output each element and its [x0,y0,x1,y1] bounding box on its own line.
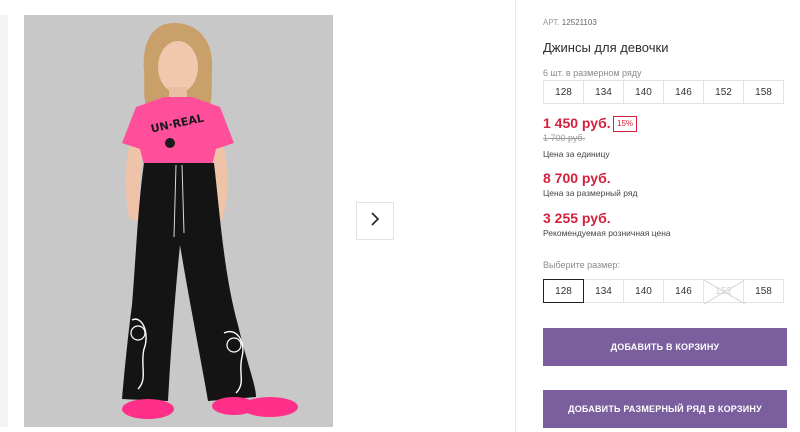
size-option-146[interactable]: 146 [663,279,704,303]
product-gallery: UN·REAL [0,0,515,432]
article-label: АРТ. [543,18,560,27]
size-option-140[interactable]: 140 [623,279,664,303]
size-selector: 128 134 140 146 152 158 [543,279,784,304]
size-option-152: 152 [703,279,745,304]
product-title: Джинсы для девочки [543,40,669,55]
product-photo[interactable]: UN·REAL [24,15,333,427]
unit-price-caption: Цена за единицу [543,149,610,159]
pack-size-cell: 134 [583,80,624,104]
add-pack-to-cart-button[interactable]: ДОБАВИТЬ РАЗМЕРНЫЙ РЯД В КОРЗИНУ [543,390,787,428]
discount-badge: 15% [613,116,638,132]
pack-price-caption: Цена за размерный ряд [543,188,638,198]
retail-price: 3 255 руб. [543,210,611,226]
pack-size-row: 128 134 140 146 152 158 [543,80,784,104]
old-price: 1 700 руб. [543,133,586,143]
cross-out-icon [704,280,745,304]
size-option-158[interactable]: 158 [743,279,784,303]
article-number: 12521103 [561,18,597,27]
size-option-134[interactable]: 134 [583,279,624,303]
pack-note: 6 шт. в размерном ряду [543,68,642,78]
next-image-button[interactable] [356,202,394,240]
article-code: АРТ. 12521103 [543,18,597,27]
unit-price: 1 450 руб. [543,115,611,131]
chevron-right-icon [369,211,381,232]
pack-size-cell: 158 [743,80,784,104]
size-select-label: Выберите размер: [543,260,620,270]
pack-size-cell: 152 [703,80,744,104]
add-to-cart-button[interactable]: ДОБАВИТЬ В КОРЗИНУ [543,328,787,366]
retail-price-caption: Рекомендуемая розничная цена [543,228,671,238]
pack-size-cell: 140 [623,80,664,104]
pack-size-cell: 128 [543,80,584,104]
pack-price: 8 700 руб. [543,170,611,186]
column-divider [515,0,516,432]
size-option-128[interactable]: 128 [543,279,584,303]
previous-image-peek[interactable] [0,15,8,427]
product-photo-illustration: UN·REAL [24,15,333,427]
pack-size-cell: 146 [663,80,704,104]
